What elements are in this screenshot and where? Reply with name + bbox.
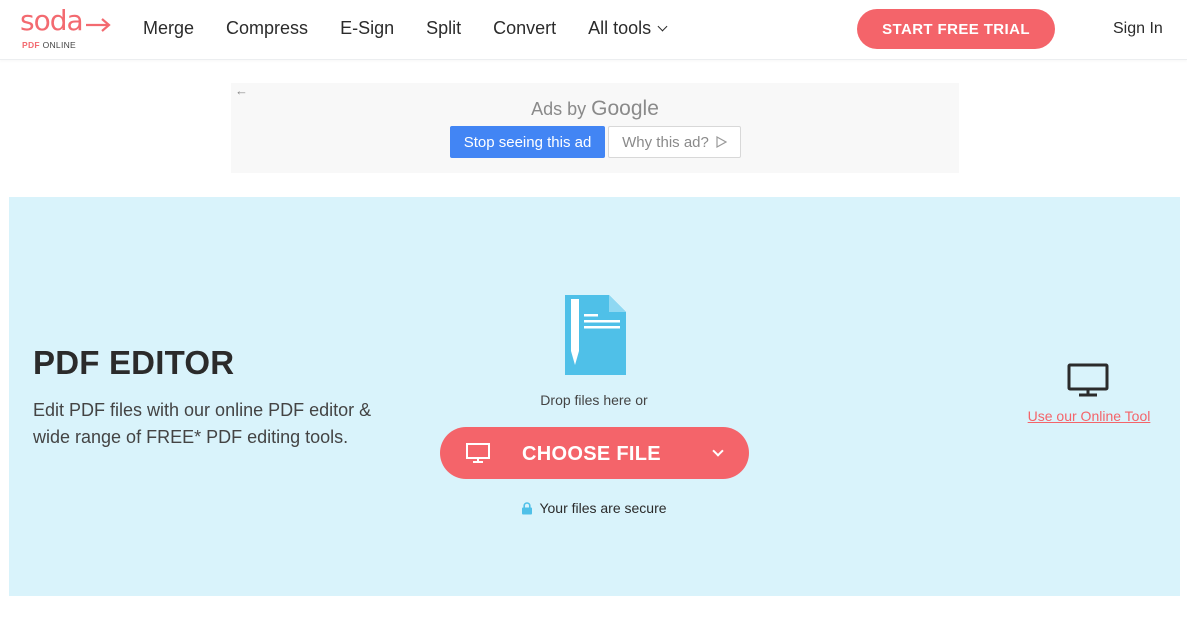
nav-merge[interactable]: Merge	[143, 18, 194, 39]
drop-files-text: Drop files here or	[540, 392, 648, 408]
chevron-down-icon	[657, 21, 668, 32]
nav-esign[interactable]: E-Sign	[340, 18, 394, 39]
back-arrow-icon[interactable]: ←	[235, 83, 248, 98]
nav-merge-label: Merge	[143, 18, 195, 38]
nav-all-tools-label: All tools	[588, 18, 652, 38]
secure-text: Your files are secure	[539, 500, 667, 516]
choose-file-button[interactable]: CHOOSE FILE	[440, 427, 749, 479]
why-this-ad-label: Why this ad?	[622, 133, 709, 151]
use-online-tool-link[interactable]: Use our Online Tool	[1009, 408, 1169, 424]
chevron-down-icon[interactable]	[712, 445, 724, 457]
stop-seeing-ad-button[interactable]: Stop seeing this ad	[450, 126, 605, 158]
nav-all-tools[interactable]: All tools	[588, 18, 668, 39]
hero-description: Edit PDF files with our online PDF edito…	[33, 400, 372, 447]
monitor-icon	[466, 443, 490, 463]
play-icon	[716, 136, 727, 148]
logo-subtitle: PDF ONLINE	[22, 40, 76, 50]
files-secure-note: Your files are secure	[439, 500, 749, 516]
nav-convert[interactable]: Convert	[493, 18, 556, 39]
soda-pdf-logo[interactable]: soda PDF ONLINE	[20, 4, 114, 52]
document-pencil-icon[interactable]	[565, 295, 626, 375]
monitor-icon	[1067, 363, 1109, 397]
logo-sub-rest: ONLINE	[42, 40, 77, 50]
logo-word: soda	[20, 4, 84, 37]
pdf-editor-hero: PDF EDITOR Edit PDF files with our onlin…	[9, 197, 1180, 596]
nav-split-label: Split	[426, 18, 462, 38]
ad-banner: ← Ads by Google Stop seeing this ad Why …	[231, 83, 959, 173]
logo-arrow-icon	[86, 18, 111, 32]
ads-by-prefix: Ads by	[531, 99, 587, 119]
nav-compress-label: Compress	[226, 18, 309, 38]
page-title: PDF EDITOR	[33, 344, 235, 381]
nav-split[interactable]: Split	[426, 18, 461, 39]
top-header: soda PDF ONLINE Merge Compress E-Sign Sp…	[0, 0, 1187, 60]
start-free-trial-button[interactable]: START FREE TRIAL	[857, 9, 1055, 49]
nav-esign-label: E-Sign	[340, 18, 395, 38]
sign-in-link[interactable]: Sign In	[1113, 20, 1163, 38]
choose-file-label: CHOOSE FILE	[522, 443, 661, 465]
nav-convert-label: Convert	[493, 18, 557, 38]
ads-by-google-label: Ads by Google	[231, 97, 959, 121]
ads-google-brand: Google	[591, 97, 659, 120]
logo-sub-brand: PDF	[22, 40, 40, 50]
why-this-ad-button[interactable]: Why this ad?	[608, 126, 741, 158]
lock-icon	[522, 501, 533, 514]
main-nav: Merge Compress E-Sign Split Convert All …	[143, 18, 698, 39]
nav-compress[interactable]: Compress	[226, 18, 308, 39]
